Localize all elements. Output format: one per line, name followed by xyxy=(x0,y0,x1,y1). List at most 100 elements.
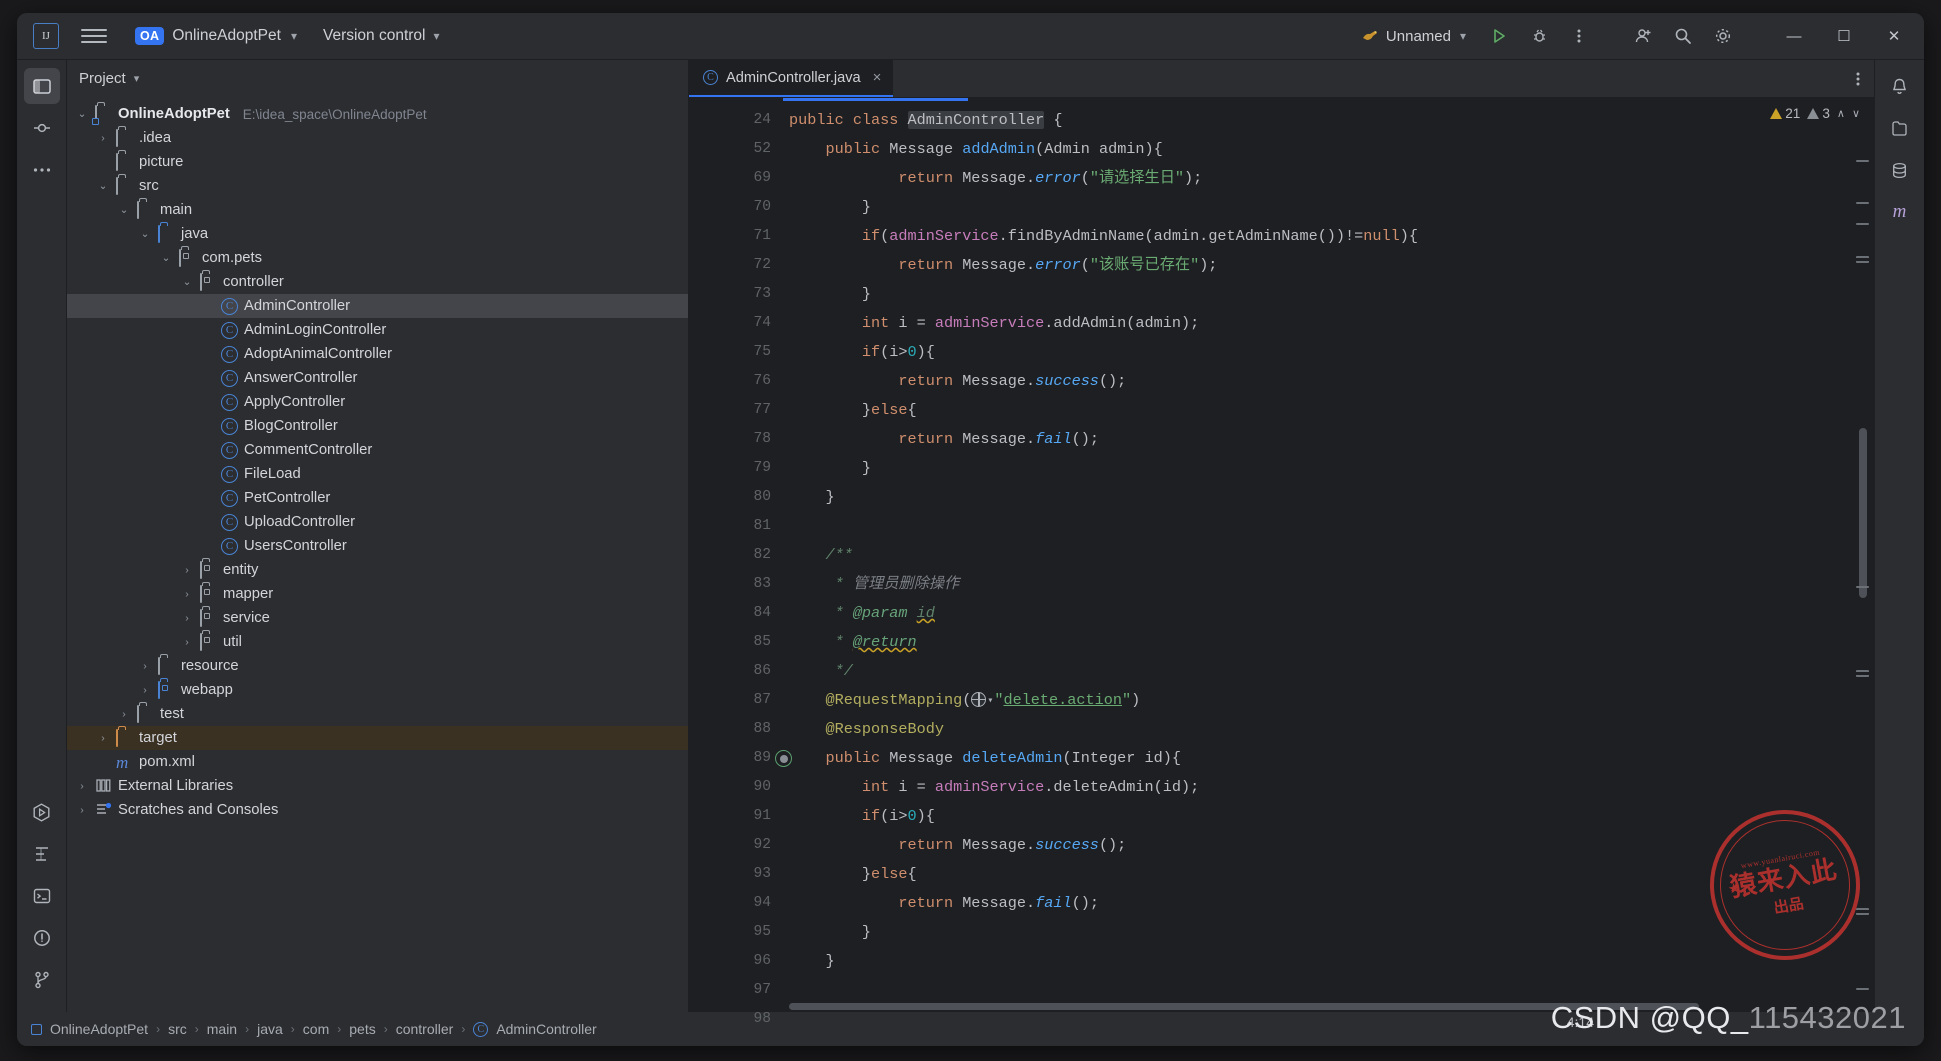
line-number-78[interactable]: 78 xyxy=(689,425,783,454)
tree-item-util[interactable]: › util xyxy=(67,630,688,654)
run-button[interactable] xyxy=(1484,21,1514,51)
chevron-right-icon[interactable]: › xyxy=(75,804,89,816)
tree-item-pom-xml[interactable]: m pom.xml xyxy=(67,750,688,774)
chevron-down-icon[interactable]: ⌄ xyxy=(117,204,131,216)
tree-item-petcontroller[interactable]: C PetController xyxy=(67,486,688,510)
breadcrumb-item-java[interactable]: java xyxy=(257,1021,283,1037)
line-number-89[interactable]: 89 xyxy=(689,744,792,773)
tree-item-scratches-and-consoles[interactable]: › Scratches and Consoles xyxy=(67,798,688,822)
line-number-81[interactable]: 81 xyxy=(689,512,783,541)
tree-item-controller[interactable]: ⌄ controller xyxy=(67,270,688,294)
tree-item-adoptanimalcontroller[interactable]: C AdoptAnimalController xyxy=(67,342,688,366)
tree-item-picture[interactable]: picture xyxy=(67,150,688,174)
account-icon[interactable] xyxy=(1628,21,1658,51)
breadcrumb-item-com[interactable]: com xyxy=(303,1021,329,1037)
tree-item-target[interactable]: › target xyxy=(67,726,688,750)
chevron-right-icon[interactable]: › xyxy=(180,588,194,600)
breadcrumb-item-main[interactable]: main xyxy=(207,1021,237,1037)
version-control-menu[interactable]: Version control ▾ xyxy=(315,24,448,48)
tree-item-onlineadoptpet[interactable]: ⌄ OnlineAdoptPet E:\idea_space\OnlineAdopt… xyxy=(67,102,688,126)
search-icon[interactable] xyxy=(1668,21,1698,51)
line-number-76[interactable]: 76 xyxy=(689,367,783,396)
tree-item-test[interactable]: › test xyxy=(67,702,688,726)
terminal-tool-icon[interactable] xyxy=(24,878,60,914)
breadcrumb-item-pets[interactable]: pets xyxy=(349,1021,375,1037)
structure-tool-icon[interactable] xyxy=(24,836,60,872)
chevron-right-icon[interactable]: › xyxy=(75,780,89,792)
line-number-94[interactable]: 94 xyxy=(689,889,783,918)
tree-item-userscontroller[interactable]: C UsersController xyxy=(67,534,688,558)
line-number-73[interactable]: 73 xyxy=(689,280,783,309)
line-number-77[interactable]: 77 xyxy=(689,396,783,425)
chevron-right-icon[interactable]: › xyxy=(180,564,194,576)
tree-item--idea[interactable]: › .idea xyxy=(67,126,688,150)
tree-item-commentcontroller[interactable]: C CommentController xyxy=(67,438,688,462)
more-actions-button[interactable] xyxy=(1564,21,1594,51)
line-number-83[interactable]: 83 xyxy=(689,570,783,599)
notifications-icon[interactable] xyxy=(1882,68,1918,104)
breadcrumb-item-controller[interactable]: controller xyxy=(396,1021,454,1037)
line-number-79[interactable]: 79 xyxy=(689,454,783,483)
tree-item-external-libraries[interactable]: › External Libraries xyxy=(67,774,688,798)
tree-item-fileload[interactable]: C FileLoad xyxy=(67,462,688,486)
chevron-right-icon[interactable]: › xyxy=(96,732,110,744)
line-number-84[interactable]: 84 xyxy=(689,599,783,628)
tree-item-resource[interactable]: › resource xyxy=(67,654,688,678)
breadcrumb[interactable]: OnlineAdoptPet › src › main › java › com › pets › co… xyxy=(31,1021,597,1037)
weak-warning-count-chip[interactable]: 3 xyxy=(1807,106,1830,121)
tree-item-webapp[interactable]: › webapp xyxy=(67,678,688,702)
commit-tool-icon[interactable] xyxy=(24,110,60,146)
tree-item-com-pets[interactable]: ⌄ com.pets xyxy=(67,246,688,270)
chevron-right-icon[interactable]: › xyxy=(138,684,152,696)
line-number-82[interactable]: 82 xyxy=(689,541,783,570)
line-number-96[interactable]: 96 xyxy=(689,947,783,976)
chevron-down-icon[interactable]: ⌄ xyxy=(96,180,110,192)
next-problem-icon[interactable]: ∨ xyxy=(1852,107,1860,120)
tree-item-main[interactable]: ⌄ main xyxy=(67,198,688,222)
line-number-86[interactable]: 86 xyxy=(689,657,783,686)
tree-item-admincontroller[interactable]: C AdminController xyxy=(67,294,688,318)
vcs-branch-icon[interactable] xyxy=(24,962,60,998)
close-icon[interactable]: × xyxy=(873,69,882,86)
line-number-90[interactable]: 90 xyxy=(689,773,783,802)
chevron-right-icon[interactable]: › xyxy=(180,612,194,624)
settings-gear-icon[interactable] xyxy=(1708,21,1738,51)
breadcrumb-item-onlineadoptpet[interactable]: OnlineAdoptPet xyxy=(31,1021,148,1037)
line-number-93[interactable]: 93 xyxy=(689,860,783,889)
line-number-87[interactable]: 87 xyxy=(689,686,783,715)
line-number-80[interactable]: 80 xyxy=(689,483,783,512)
project-tree[interactable]: ⌄ OnlineAdoptPet E:\idea_space\OnlineAdopt… xyxy=(67,96,688,1012)
maximize-button[interactable]: ☐ xyxy=(1824,19,1864,53)
tree-item-src[interactable]: ⌄ src xyxy=(67,174,688,198)
line-number-85[interactable]: 85 xyxy=(689,628,783,657)
tree-item-answercontroller[interactable]: C AnswerController xyxy=(67,366,688,390)
line-number-72[interactable]: 72 xyxy=(689,251,783,280)
project-tool-icon[interactable] xyxy=(23,68,60,104)
tree-item-blogcontroller[interactable]: C BlogController xyxy=(67,414,688,438)
tree-item-uploadcontroller[interactable]: C UploadController xyxy=(67,510,688,534)
code-content[interactable]: public class AdminController { public Me… xyxy=(783,98,1848,1000)
project-selector[interactable]: OA OnlineAdoptPet ▾ xyxy=(127,24,305,48)
chevron-down-icon[interactable]: ⌄ xyxy=(180,276,194,288)
tree-item-applycontroller[interactable]: C ApplyController xyxy=(67,390,688,414)
minimize-button[interactable]: — xyxy=(1774,19,1814,53)
warning-count-chip[interactable]: 21 xyxy=(1770,106,1800,121)
line-number-24[interactable]: 24 xyxy=(689,106,783,135)
ai-assistant-icon[interactable]: m xyxy=(1882,194,1918,230)
tree-item-entity[interactable]: › entity xyxy=(67,558,688,582)
hamburger-menu-icon[interactable] xyxy=(81,25,107,47)
prev-problem-icon[interactable]: ∧ xyxy=(1837,107,1845,120)
editor-more-icon[interactable] xyxy=(1842,60,1874,97)
chevron-down-icon[interactable]: ⌄ xyxy=(159,252,173,264)
line-number-75[interactable]: 75 xyxy=(689,338,783,367)
line-number-52[interactable]: 52 xyxy=(689,135,783,164)
chevron-down-icon[interactable]: ⌄ xyxy=(138,228,152,240)
maven-icon[interactable] xyxy=(1882,110,1918,146)
chevron-right-icon[interactable]: › xyxy=(117,708,131,720)
database-icon[interactable] xyxy=(1882,152,1918,188)
breadcrumb-item-admincontroller[interactable]: C AdminController xyxy=(473,1021,597,1037)
tree-item-service[interactable]: › service xyxy=(67,606,688,630)
line-number-92[interactable]: 92 xyxy=(689,831,783,860)
code-editor[interactable]: 24 52 69 70 71 72 73 74 75 76 77 78 79 80 81 82 83 84 85 86… xyxy=(689,98,1874,1027)
chevron-right-icon[interactable]: › xyxy=(96,132,110,144)
